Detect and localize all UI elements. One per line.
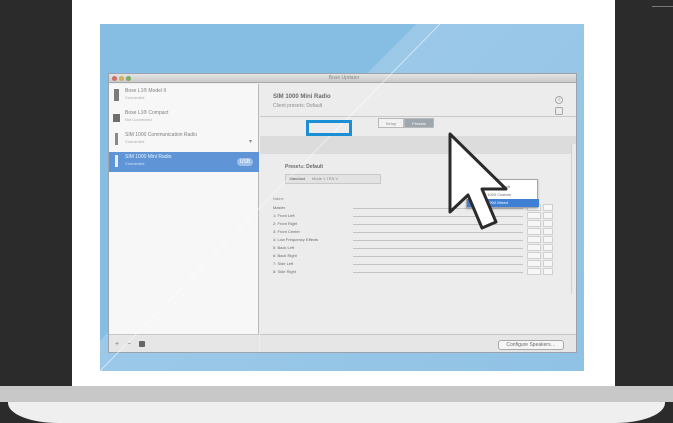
channel-name: 5: Back Left bbox=[273, 245, 295, 250]
chevron-down-icon: ▾ bbox=[249, 139, 253, 145]
table-header: Name bbox=[273, 196, 284, 201]
level-field[interactable] bbox=[527, 260, 541, 267]
level-field[interactable] bbox=[527, 252, 541, 259]
usb-badge: USB bbox=[237, 158, 253, 166]
divider bbox=[260, 116, 576, 117]
table-row[interactable]: 5: Back Left bbox=[273, 244, 573, 252]
zoom-window-button[interactable] bbox=[126, 76, 131, 81]
device-status: Connected bbox=[125, 139, 145, 144]
table-row[interactable]: 4: Low Frequency Effects bbox=[273, 236, 573, 244]
microphone-icon bbox=[115, 133, 118, 145]
device-name: SIM 1000 Mini Radio bbox=[125, 154, 172, 160]
device-status: Connected bbox=[125, 161, 145, 166]
microphone-icon bbox=[115, 155, 118, 167]
page-subtitle: Client presets: Default bbox=[273, 103, 323, 109]
mute-toggle[interactable] bbox=[543, 260, 553, 267]
section-band bbox=[260, 136, 576, 154]
mute-toggle[interactable] bbox=[543, 220, 553, 227]
table-row[interactable]: 8: Side Right bbox=[273, 268, 573, 276]
speaker-icon bbox=[113, 114, 120, 122]
level-field[interactable] bbox=[527, 212, 541, 219]
sidebar-toolbar: + − bbox=[109, 334, 259, 352]
configure-speakers-button[interactable]: Configure Speakers… bbox=[498, 340, 564, 350]
device-name: Bose L1® Compact bbox=[125, 110, 169, 116]
add-device-button[interactable]: + bbox=[115, 341, 119, 349]
level-field[interactable] bbox=[527, 244, 541, 251]
level-slider[interactable] bbox=[353, 248, 523, 249]
clipboard-icon[interactable] bbox=[555, 107, 563, 115]
mute-toggle[interactable] bbox=[543, 204, 553, 211]
level-field[interactable] bbox=[527, 236, 541, 243]
vertical-scrollbar[interactable] bbox=[571, 144, 576, 294]
device-status: Not Connected bbox=[125, 117, 152, 122]
preset-selector[interactable]: Standard Mode 1 TEN V bbox=[285, 174, 381, 184]
device-item-1[interactable]: Bose L1® Model II Connected bbox=[109, 86, 259, 106]
device-status: Connected bbox=[125, 95, 145, 100]
device-item-2[interactable]: Bose L1® Compact Not Connected bbox=[109, 108, 259, 128]
remove-device-button[interactable]: − bbox=[127, 341, 131, 349]
gear-icon[interactable] bbox=[139, 341, 145, 347]
tab-setup[interactable]: Setup bbox=[378, 118, 404, 128]
level-slider[interactable] bbox=[353, 256, 523, 257]
device-item-4[interactable]: SIM 1000 Mini Radio Connected USB bbox=[109, 152, 259, 172]
preset-row-value: Mode 1 TEN V bbox=[312, 176, 339, 181]
preset-row-label: Standard bbox=[289, 176, 306, 181]
channel-name: 7: Side Left bbox=[273, 261, 294, 266]
level-field[interactable] bbox=[527, 220, 541, 227]
channel-name: 2: Front Right bbox=[273, 221, 298, 226]
channel-name: 1: Front Left bbox=[273, 213, 295, 218]
table-row[interactable]: 2: Front Right bbox=[273, 220, 573, 228]
device-item-3[interactable]: SIM 1000 Communication Radio Connected ▾ bbox=[109, 130, 259, 150]
arrow-cursor-icon bbox=[448, 132, 508, 230]
presets-tab-highlight bbox=[306, 120, 352, 136]
channel-table: Name Master 1: Front Left 2: Front Right bbox=[273, 196, 573, 311]
titlebar: Bose Updater bbox=[109, 74, 576, 83]
page-title: SIM 1000 Mini Radio bbox=[273, 94, 331, 100]
table-row[interactable]: 7: Side Left bbox=[273, 260, 573, 268]
laptop-base bbox=[8, 402, 665, 423]
info-icon[interactable]: i bbox=[555, 96, 563, 104]
mute-toggle[interactable] bbox=[543, 236, 553, 243]
channel-name: 4: Low Frequency Effects bbox=[273, 237, 319, 242]
speaker-icon bbox=[114, 89, 119, 101]
level-slider[interactable] bbox=[353, 240, 523, 241]
tab-presets[interactable]: Presets bbox=[404, 118, 434, 128]
laptop-base-groove bbox=[0, 386, 673, 402]
level-field[interactable] bbox=[527, 228, 541, 235]
device-name: Bose L1® Model II bbox=[125, 88, 167, 94]
channel-name: 6: Back Right bbox=[273, 253, 297, 258]
device-name: SIM 1000 Communication Radio bbox=[125, 132, 197, 138]
table-row[interactable]: 1: Front Left bbox=[273, 212, 573, 220]
channel-name: Master bbox=[273, 205, 286, 210]
level-slider[interactable] bbox=[353, 264, 523, 265]
channel-name: 3: Front Center bbox=[273, 229, 300, 234]
presets-label: Presets: Default bbox=[285, 164, 324, 170]
mute-toggle[interactable] bbox=[543, 212, 553, 219]
mute-toggle[interactable] bbox=[543, 252, 553, 259]
window-title: Bose Updater bbox=[328, 75, 360, 81]
table-row[interactable]: 3: Front Center bbox=[273, 228, 573, 236]
mute-toggle[interactable] bbox=[543, 228, 553, 235]
device-sidebar: Bose L1® Model II Connected Bose L1® Com… bbox=[109, 84, 259, 352]
level-slider[interactable] bbox=[353, 272, 523, 273]
channel-name: 8: Side Right bbox=[273, 269, 296, 274]
background-decoration-line bbox=[652, 6, 673, 7]
table-row[interactable]: 6: Back Right bbox=[273, 252, 573, 260]
minimize-window-button[interactable] bbox=[119, 76, 124, 81]
close-window-button[interactable] bbox=[112, 76, 117, 81]
mute-toggle[interactable] bbox=[543, 244, 553, 251]
footer-toolbar: Configure Speakers… bbox=[260, 334, 576, 352]
mute-toggle[interactable] bbox=[543, 268, 553, 275]
level-field[interactable] bbox=[527, 268, 541, 275]
